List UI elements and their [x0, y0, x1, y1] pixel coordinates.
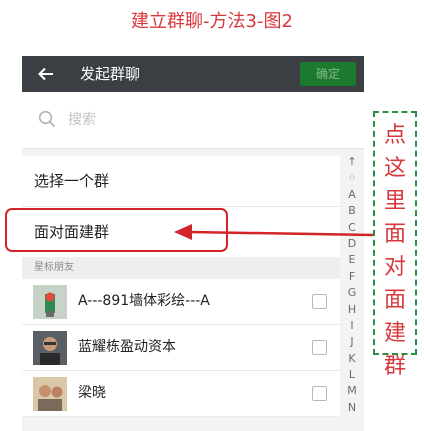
index-letter[interactable]: D	[344, 236, 360, 252]
page-title: 发起群聊	[80, 65, 141, 83]
select-group-label: 选择一个群	[34, 172, 110, 190]
contact-row[interactable]: 蓝耀栋盈动资本	[22, 325, 340, 371]
top-bar: 发起群聊 确定	[22, 56, 364, 92]
avatar	[33, 377, 67, 411]
search-input[interactable]	[66, 108, 320, 132]
annotation-tip-box: 点这里面对面建群	[373, 111, 417, 379]
index-letter[interactable]: J	[344, 334, 360, 350]
index-up[interactable]: ↑	[344, 154, 360, 170]
annotation-caption: 建立群聊-方法3-图2	[131, 11, 293, 32]
contact-name: 蓝耀栋盈动资本	[78, 339, 176, 355]
contact-row[interactable]: A---891墙体彩绘---A	[22, 279, 340, 325]
search-icon	[38, 110, 56, 128]
contact-name: A---891墙体彩绘---A	[78, 293, 210, 309]
confirm-button[interactable]: 确定	[300, 62, 356, 86]
index-letter[interactable]: L	[344, 367, 360, 383]
index-letter[interactable]: I	[344, 318, 360, 334]
index-letter[interactable]: N	[344, 400, 360, 416]
index-letter[interactable]: F	[344, 269, 360, 285]
contact-name: 梁晓	[78, 385, 106, 401]
back-arrow-icon[interactable]	[36, 64, 56, 84]
index-letter[interactable]: M	[344, 383, 360, 399]
index-letter[interactable]: K	[344, 351, 360, 367]
index-letter[interactable]: A	[344, 187, 360, 203]
alphabet-index-bar[interactable]: ↑ ☆ A B C D E F G H I J K L M N	[344, 154, 360, 416]
highlight-box	[5, 208, 228, 252]
section-header-starred: 星标朋友	[22, 257, 340, 279]
index-letter[interactable]: E	[344, 252, 360, 268]
index-letter[interactable]: B	[344, 203, 360, 219]
index-letter[interactable]: C	[344, 220, 360, 236]
annotation-tip-text: 点这里面对面建群	[383, 123, 406, 379]
avatar	[33, 331, 67, 365]
search-bar	[22, 92, 364, 149]
select-group-option[interactable]: 选择一个群	[22, 156, 340, 207]
index-letter[interactable]: H	[344, 302, 360, 318]
contact-row[interactable]: 梁晓	[22, 371, 340, 417]
avatar	[33, 285, 67, 319]
index-star[interactable]: ☆	[344, 170, 360, 186]
select-checkbox[interactable]	[312, 340, 327, 355]
select-checkbox[interactable]	[312, 294, 327, 309]
select-checkbox[interactable]	[312, 386, 327, 401]
index-letter[interactable]: G	[344, 285, 360, 301]
